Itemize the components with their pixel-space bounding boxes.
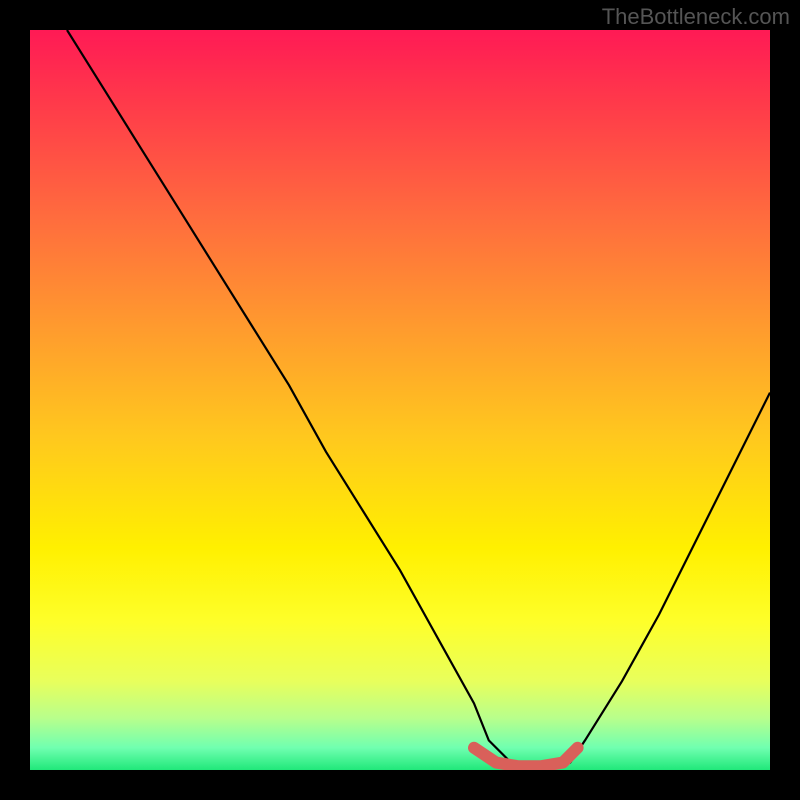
bottleneck-curve-path bbox=[67, 30, 770, 770]
curve-overlay bbox=[30, 30, 770, 770]
watermark-text: TheBottleneck.com bbox=[602, 4, 790, 30]
highlight-segment-path bbox=[474, 748, 578, 767]
plot-area bbox=[30, 30, 770, 770]
